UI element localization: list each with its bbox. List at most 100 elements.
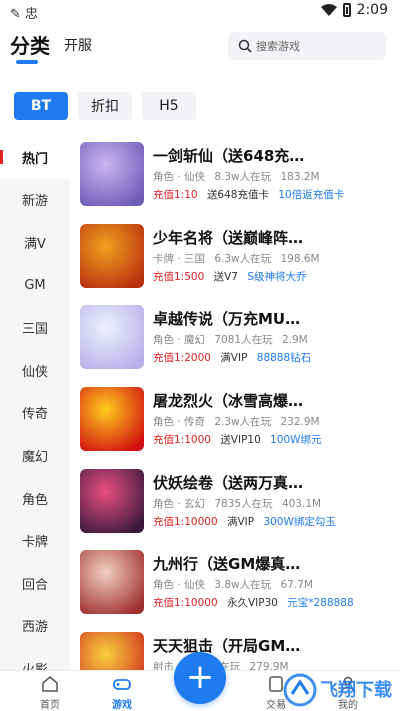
add-button[interactable]: + <box>174 652 226 704</box>
chip-discount[interactable]: 折扣 <box>78 92 132 120</box>
game-size: 232.9M <box>280 416 320 429</box>
game-tags: 充值1:10000 永久VIP30 元宝*288888 <box>153 595 354 610</box>
sidebar-item[interactable]: 回合 <box>0 562 70 605</box>
sidebar-item[interactable]: 仙侠 <box>0 349 70 392</box>
game-row[interactable]: 屠龙烈火（冰雪高爆… 角色 · 传奇 2.3w人在玩 232.9M 充值1:10… <box>80 383 395 465</box>
game-meta: 角色 · 魔幻 7081人在玩 2.9M <box>153 332 314 347</box>
filter-chips: BT 折扣 H5 <box>14 92 196 120</box>
active-tab-indicator <box>16 60 38 64</box>
game-players: 7081人在玩 <box>214 334 273 347</box>
game-title[interactable]: 屠龙烈火（冰雪高爆… <box>153 390 303 411</box>
sidebar-item[interactable]: 热门 <box>0 136 70 179</box>
search-placeholder: 搜索游戏 <box>256 40 300 53</box>
recharge-rate: 充值1:2000 <box>153 352 211 365</box>
top-nav: 分类 开服 搜索游戏 <box>0 24 400 68</box>
game-genre: 角色 · 仙侠 <box>153 579 206 592</box>
search-icon <box>238 39 252 53</box>
tab-server-open[interactable]: 开服 <box>64 35 92 55</box>
game-thumbnail[interactable] <box>80 387 144 452</box>
home-icon <box>42 676 58 692</box>
sidebar-item[interactable]: 三国 <box>0 306 70 349</box>
game-title[interactable]: 卓越传说（万充MU… <box>153 308 300 329</box>
nav-home[interactable]: 首页 <box>20 674 80 711</box>
recharge-rate: 充值1:1000 <box>153 434 211 447</box>
game-size: 183.2M <box>280 171 320 183</box>
game-meta: 角色 · 传奇 2.3w人在玩 232.9M <box>153 414 326 429</box>
game-title[interactable]: 少年名将（送巅峰阵… <box>153 227 303 248</box>
game-meta: 卡牌 · 三国 6.3w人在玩 198.6M <box>153 251 326 266</box>
game-thumbnail[interactable] <box>80 305 144 370</box>
game-genre: 卡牌 · 三国 <box>153 252 206 265</box>
game-players: 6.3w人在玩 <box>214 252 272 265</box>
bonus-tag: 元宝*288888 <box>287 597 354 610</box>
game-row[interactable]: 少年名将（送巅峰阵… 卡牌 · 三国 6.3w人在玩 198.6M 充值1:50… <box>80 220 395 302</box>
chip-h5[interactable]: H5 <box>142 92 196 120</box>
game-thumbnail[interactable] <box>80 468 144 533</box>
game-row[interactable]: 卓越传说（万充MU… 角色 · 魔幻 7081人在玩 2.9M 充值1:2000… <box>80 301 395 383</box>
gamepad-icon <box>113 679 131 690</box>
recharge-rate: 充值1:10000 <box>153 515 218 528</box>
sidebar-item[interactable]: 满V <box>0 221 70 264</box>
game-meta: 角色 · 仙侠 3.8w人在玩 67.7M <box>153 577 319 592</box>
nav-games[interactable]: 游戏 <box>92 674 152 711</box>
game-row[interactable]: 天天狙击（开局GM… 射击 1.5w人在玩 279.9M <box>80 628 395 670</box>
game-players: 3.8w人在玩 <box>214 579 272 592</box>
sidebar-item[interactable]: 传奇 <box>0 392 70 435</box>
tab-category[interactable]: 分类 <box>10 30 50 59</box>
sidebar-item[interactable]: GM <box>0 264 70 307</box>
game-size: 198.6M <box>280 252 320 265</box>
svg-text:飞翔下载: 飞翔下载 <box>320 679 392 701</box>
game-tags: 充值1:1000 送VIP10 100W绑元 <box>153 432 322 447</box>
game-list: 一剑斩仙（送648充… 角色 · 仙侠 8.3w人在玩 183.2M 充值1:1… <box>80 138 395 670</box>
game-tags: 充值1:10 送648充值卡 10倍返充值卡 <box>153 187 344 202</box>
game-title[interactable]: 伏妖绘卷（送两万真… <box>153 472 303 493</box>
recharge-rate: 充值1:500 <box>153 270 205 283</box>
game-title[interactable]: 天天狙击（开局GM… <box>153 635 300 656</box>
sidebar-item[interactable]: 火影 <box>0 647 70 670</box>
game-players: 8.3w人在玩 <box>214 171 272 183</box>
game-thumbnail[interactable] <box>80 632 144 670</box>
nav-games-label: 游戏 <box>112 700 132 711</box>
sidebar-item[interactable]: 卡牌 <box>0 519 70 562</box>
sidebar-item[interactable]: 角色 <box>0 477 70 520</box>
chip-bt[interactable]: BT <box>14 92 68 120</box>
bonus-tag: 100W绑元 <box>270 434 322 447</box>
game-size: 279.9M <box>249 661 289 670</box>
gift-tag: 送V7 <box>213 270 238 283</box>
bonus-tag: 10倍返充值卡 <box>278 189 345 201</box>
category-sidebar: 热门新游满VGM三国仙侠传奇魔幻角色卡牌回合西游火影 <box>0 136 70 670</box>
gift-tag: 送648充值卡 <box>206 189 269 201</box>
game-meta: 角色 · 玄幻 7835人在玩 403.1M <box>153 496 327 511</box>
game-size: 67.7M <box>280 579 313 592</box>
game-tags: 充值1:500 送V7 S级神将大乔 <box>153 269 307 284</box>
status-time: 2:09 <box>356 2 388 18</box>
sidebar-item[interactable]: 魔幻 <box>0 434 70 477</box>
game-genre: 射击 <box>153 661 174 670</box>
game-title[interactable]: 九州行（送GM爆真… <box>153 553 300 574</box>
game-tags: 充值1:10000 满VIP 300W绑定勾玉 <box>153 514 336 529</box>
game-players: 7835人在玩 <box>214 497 273 510</box>
game-row[interactable]: 一剑斩仙（送648充… 角色 · 仙侠 8.3w人在玩 183.2M 充值1:1… <box>80 138 395 220</box>
bonus-tag: 88888钻石 <box>256 352 312 365</box>
game-title[interactable]: 一剑斩仙（送648充… <box>153 145 304 166</box>
game-thumbnail[interactable] <box>80 142 144 206</box>
game-meta: 角色 · 仙侠 8.3w人在玩 183.2M <box>153 169 326 184</box>
sidebar-item[interactable]: 西游 <box>0 605 70 648</box>
game-tags: 充值1:2000 满VIP 88888钻石 <box>153 350 311 365</box>
game-size: 403.1M <box>281 497 322 510</box>
status-bar: ✎ 忠 2:09 <box>0 0 400 24</box>
gift-tag: 永久VIP30 <box>226 597 278 610</box>
bonus-tag: 300W绑定勾玉 <box>263 515 336 528</box>
game-row[interactable]: 伏妖绘卷（送两万真… 角色 · 玄幻 7835人在玩 403.1M 充值1:10… <box>80 465 395 547</box>
recharge-rate: 充值1:10 <box>153 189 198 201</box>
sidebar-item[interactable]: 新游 <box>0 179 70 222</box>
search-input[interactable]: 搜索游戏 <box>228 32 386 60</box>
game-thumbnail[interactable] <box>80 550 144 615</box>
game-genre: 角色 · 仙侠 <box>153 171 206 183</box>
game-players: 2.3w人在玩 <box>214 416 272 429</box>
game-row[interactable]: 九州行（送GM爆真… 角色 · 仙侠 3.8w人在玩 67.7M 充值1:100… <box>80 546 395 628</box>
game-thumbnail[interactable] <box>80 223 144 288</box>
gift-tag: 送VIP10 <box>220 434 261 447</box>
gift-tag: 满VIP <box>226 515 255 528</box>
site-watermark-logo: 飞翔下载 <box>283 673 392 707</box>
